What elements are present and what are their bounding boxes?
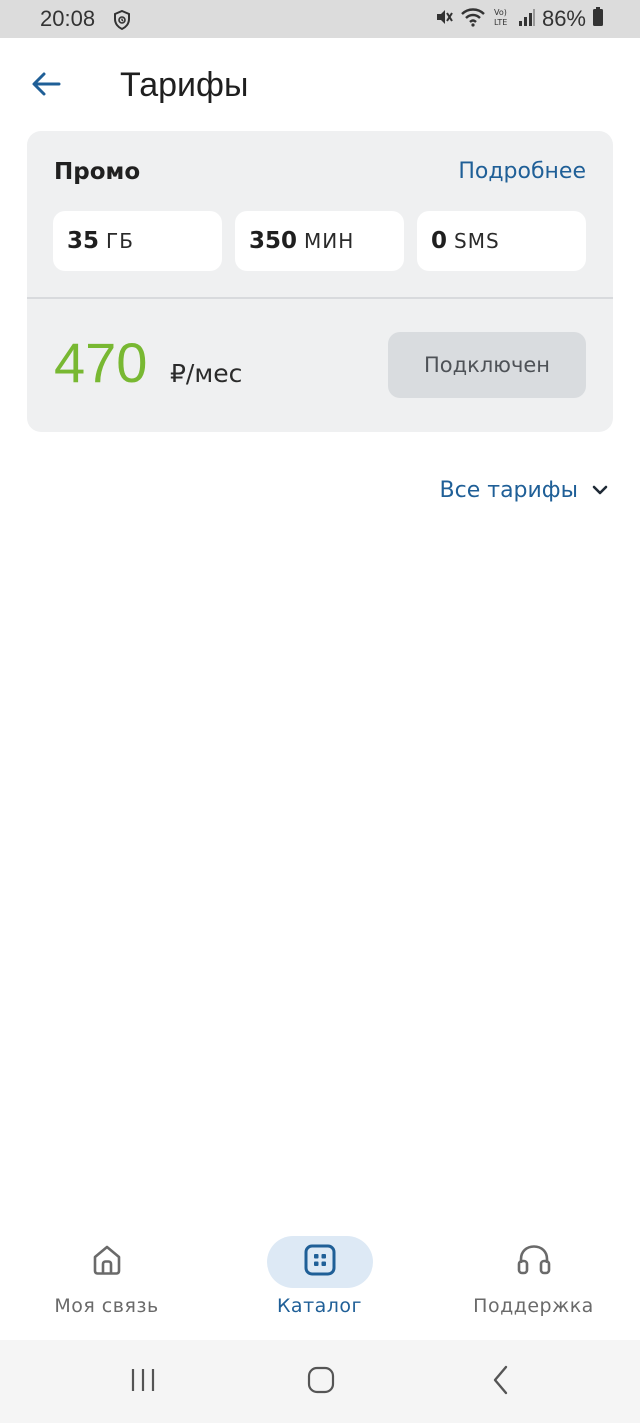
nav-label: Моя связь bbox=[54, 1295, 159, 1317]
connected-button[interactable]: Подключен bbox=[388, 332, 586, 398]
app-header: Тарифы bbox=[0, 38, 640, 134]
status-bar: 20:08 Vo) LTE 86% bbox=[0, 0, 640, 38]
svg-text:Vo): Vo) bbox=[494, 8, 507, 17]
card-divider bbox=[27, 297, 613, 299]
nav-pill bbox=[54, 1236, 160, 1288]
price-unit: ₽/мес bbox=[170, 359, 243, 388]
bottom-nav: Моя связь Каталог Поддержка bbox=[0, 1222, 640, 1340]
nav-item-catalog[interactable]: Каталог bbox=[213, 1222, 426, 1340]
signal-icon bbox=[518, 7, 536, 31]
quota-value: 35 bbox=[67, 228, 100, 254]
nav-label: Каталог bbox=[276, 1295, 363, 1317]
tariff-price: 470 bbox=[54, 331, 148, 394]
nav-item-my-connection[interactable]: Моя связь bbox=[0, 1222, 213, 1340]
wifi-icon bbox=[460, 7, 486, 31]
headset-icon bbox=[516, 1243, 552, 1281]
svg-text:LTE: LTE bbox=[494, 18, 507, 27]
details-link[interactable]: Подробнее bbox=[458, 159, 586, 184]
quota-unit: МИН bbox=[304, 229, 355, 253]
home-icon bbox=[90, 1243, 124, 1281]
recents-icon bbox=[129, 1367, 157, 1397]
status-icons: Vo) LTE 86% bbox=[434, 6, 604, 32]
shield-icon bbox=[112, 9, 132, 34]
mute-icon bbox=[434, 7, 454, 31]
quota-value: 0 bbox=[431, 228, 448, 254]
recents-button[interactable] bbox=[113, 1362, 173, 1402]
nav-item-support[interactable]: Поддержка bbox=[427, 1222, 640, 1340]
quota-minutes: 350 МИН bbox=[235, 211, 404, 271]
system-back-button[interactable] bbox=[471, 1362, 531, 1402]
home-button[interactable] bbox=[291, 1362, 351, 1402]
status-time: 20:08 bbox=[40, 6, 96, 31]
home-circle-icon bbox=[307, 1366, 335, 1398]
tariff-name: Промо bbox=[54, 159, 141, 185]
nav-pill-active bbox=[266, 1236, 373, 1288]
catalog-icon bbox=[303, 1243, 337, 1281]
nav-pill bbox=[481, 1236, 587, 1288]
volte-icon: Vo) LTE bbox=[492, 6, 512, 32]
battery-icon bbox=[592, 7, 604, 31]
quota-value: 350 bbox=[249, 228, 298, 254]
all-tariffs-label: Все тарифы bbox=[439, 478, 578, 503]
quota-unit: ГБ bbox=[106, 229, 134, 253]
nav-label: Поддержка bbox=[473, 1295, 594, 1317]
all-tariffs-toggle[interactable]: Все тарифы bbox=[440, 478, 608, 503]
quota-unit: SMS bbox=[454, 229, 500, 253]
quota-sms: 0 SMS bbox=[417, 211, 586, 271]
page-title: Тарифы bbox=[120, 66, 249, 104]
arrow-left-icon bbox=[31, 71, 61, 101]
tariff-card: Промо Подробнее 35 ГБ 350 МИН 0 SMS 470 … bbox=[27, 131, 613, 432]
back-button[interactable] bbox=[26, 66, 66, 106]
chevron-down-icon bbox=[592, 481, 608, 500]
battery-level: 86% bbox=[541, 6, 586, 31]
system-nav-bar bbox=[0, 1340, 640, 1423]
chevron-left-icon bbox=[491, 1365, 511, 1399]
quota-data: 35 ГБ bbox=[53, 211, 222, 271]
